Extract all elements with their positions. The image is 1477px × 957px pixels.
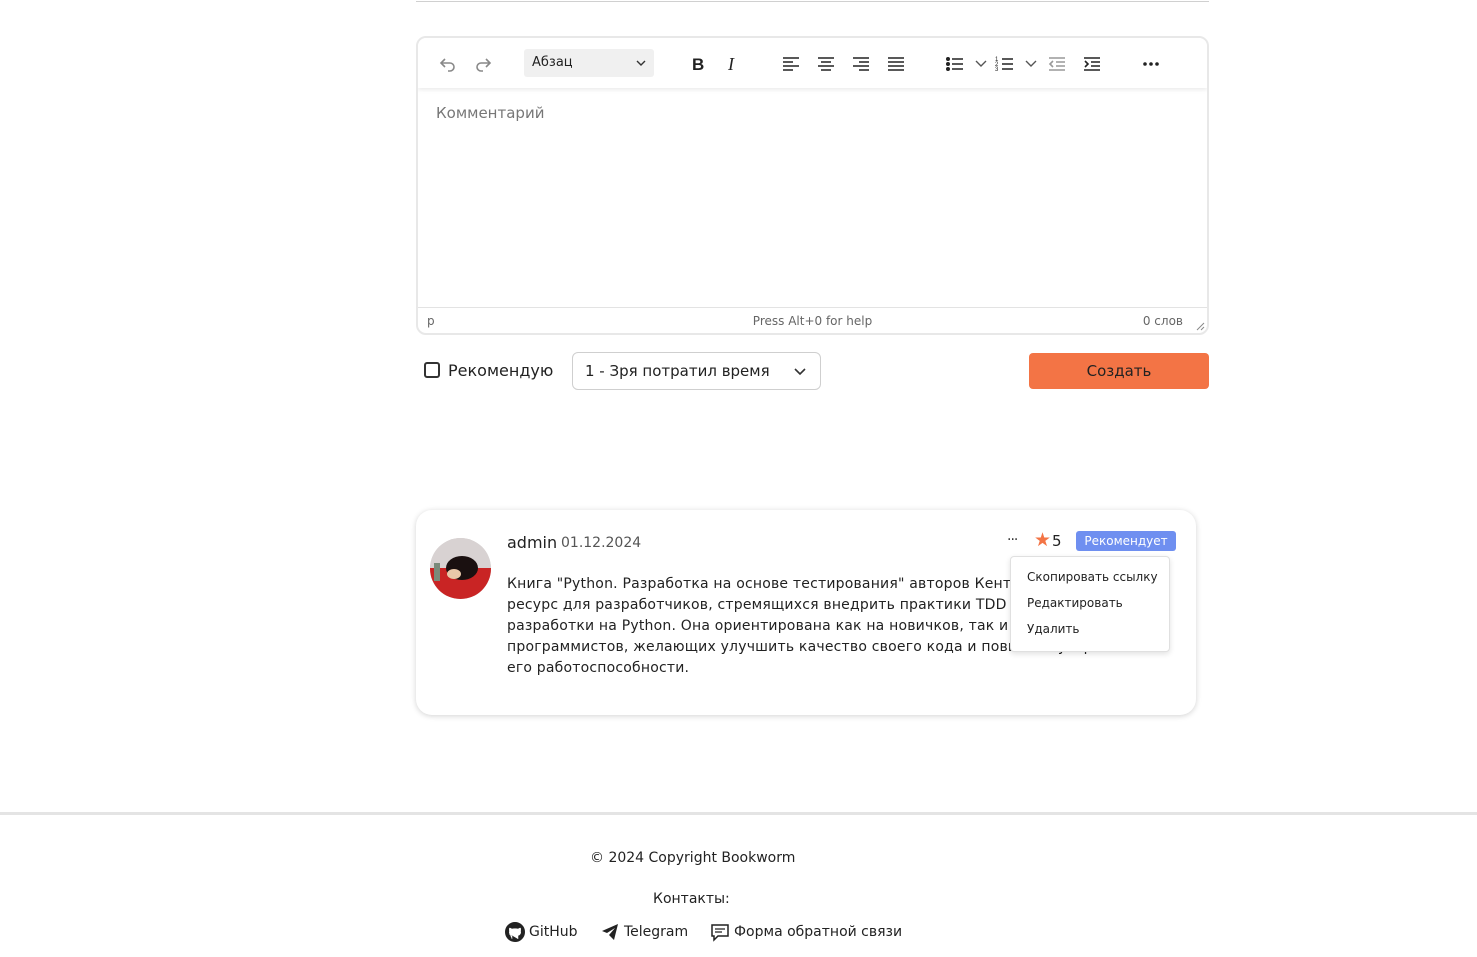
chevron-down-icon bbox=[794, 368, 806, 376]
rating-select[interactable]: 1 - Зря потратил время bbox=[572, 352, 821, 390]
create-button[interactable]: Создать bbox=[1029, 353, 1209, 389]
more-icon[interactable] bbox=[1137, 50, 1165, 78]
review-date: 01.12.2024 bbox=[561, 535, 642, 551]
undo-icon[interactable] bbox=[434, 50, 462, 78]
italic-icon[interactable]: I bbox=[718, 50, 746, 78]
help-hint: Press Alt+0 for help bbox=[752, 314, 873, 328]
chat-icon bbox=[711, 924, 729, 942]
chevron-down-icon bbox=[636, 60, 646, 66]
feedback-link[interactable]: Форма обратной связи bbox=[710, 922, 902, 942]
recommends-badge: Рекомендует bbox=[1076, 531, 1176, 551]
bullet-list-icon[interactable] bbox=[941, 50, 969, 78]
review-username[interactable]: admin bbox=[507, 533, 557, 552]
star-icon: ★ bbox=[1034, 529, 1052, 551]
feedback-label: Форма обратной связи bbox=[734, 924, 903, 940]
avatar bbox=[430, 538, 491, 599]
resize-handle-icon[interactable] bbox=[1195, 321, 1205, 331]
format-select[interactable]: Абзац bbox=[524, 49, 654, 77]
redo-icon[interactable] bbox=[469, 50, 497, 78]
telegram-icon bbox=[602, 924, 618, 940]
align-left-icon[interactable] bbox=[777, 50, 805, 78]
copyright-text: © 2024 Copyright Bookworm bbox=[590, 850, 796, 866]
indent-icon[interactable] bbox=[1078, 50, 1106, 78]
format-select-value: Абзац bbox=[532, 55, 573, 70]
word-count[interactable]: 0 слов bbox=[1143, 314, 1183, 328]
github-label: GitHub bbox=[529, 924, 578, 940]
editor-toolbar: Абзац B I 123 bbox=[418, 38, 1207, 88]
outdent-icon[interactable] bbox=[1043, 50, 1071, 78]
menu-item-copy-link[interactable]: Скопировать ссылку bbox=[1027, 570, 1158, 584]
editor-statusbar: p Press Alt+0 for help 0 слов bbox=[418, 307, 1207, 333]
align-justify-icon[interactable] bbox=[882, 50, 910, 78]
review-menu-button[interactable]: ··· bbox=[1007, 532, 1018, 548]
svg-text:B: B bbox=[692, 55, 704, 74]
numbered-list-icon[interactable]: 123 bbox=[991, 50, 1019, 78]
divider bbox=[416, 0, 1209, 2]
bold-icon[interactable]: B bbox=[683, 50, 711, 78]
recommend-label[interactable]: Рекомендую bbox=[448, 361, 553, 380]
chevron-down-icon[interactable] bbox=[1025, 58, 1037, 68]
github-link[interactable]: GitHub bbox=[505, 922, 578, 942]
recommend-checkbox[interactable] bbox=[424, 362, 440, 378]
svg-text:3: 3 bbox=[995, 67, 999, 73]
align-center-icon[interactable] bbox=[812, 50, 840, 78]
svg-text:I: I bbox=[727, 54, 735, 74]
contacts-label: Контакты: bbox=[653, 891, 730, 907]
telegram-link[interactable]: Telegram bbox=[600, 922, 688, 942]
review-dropdown-menu: Скопировать ссылку Редактировать Удалить bbox=[1010, 556, 1170, 652]
align-right-icon[interactable] bbox=[847, 50, 875, 78]
menu-item-delete[interactable]: Удалить bbox=[1027, 622, 1080, 636]
rating-select-value: 1 - Зря потратил время bbox=[585, 362, 770, 380]
comment-placeholder[interactable]: Комментарий bbox=[436, 104, 544, 122]
github-icon bbox=[505, 922, 525, 942]
chevron-down-icon[interactable] bbox=[975, 58, 987, 68]
review-rating: 5 bbox=[1052, 532, 1062, 550]
footer-divider bbox=[0, 812, 1477, 815]
menu-item-edit[interactable]: Редактировать bbox=[1027, 596, 1123, 610]
comment-editor[interactable]: Абзац B I 123 Комментарий p Press Alt+0 … bbox=[416, 36, 1209, 335]
telegram-label: Telegram bbox=[624, 924, 689, 940]
